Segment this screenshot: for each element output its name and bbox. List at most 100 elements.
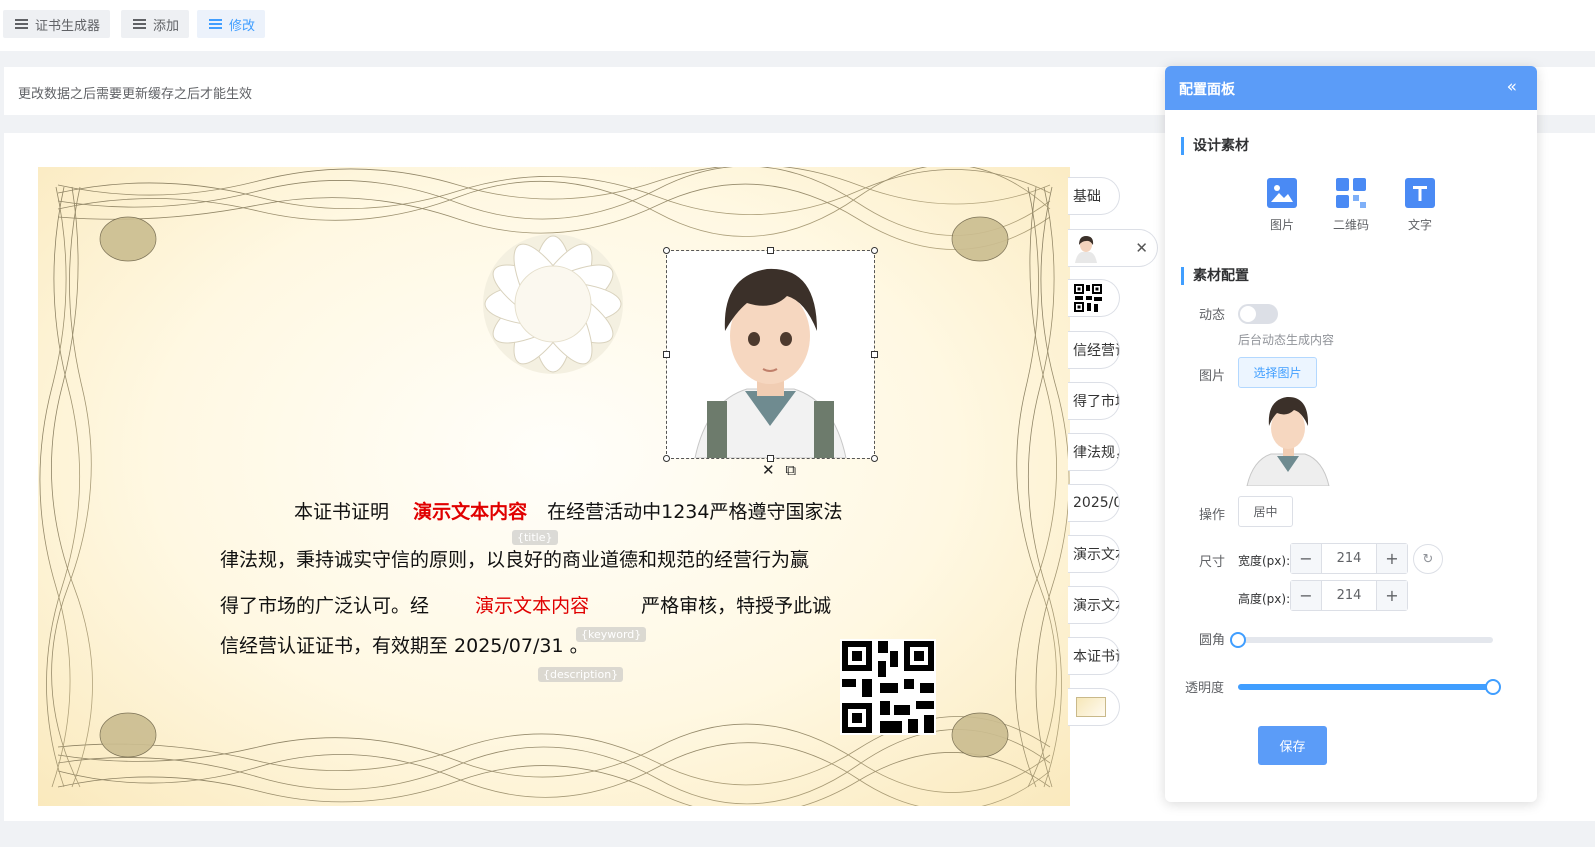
close-icon[interactable]: ✕ bbox=[762, 461, 775, 479]
layer-label: 律法规， bbox=[1073, 445, 1119, 461]
material-label: 图片 bbox=[1269, 218, 1294, 232]
cert-text: 得了市场的广泛认可。经 bbox=[220, 595, 430, 617]
cert-keyword-title: 演示文本内容 bbox=[413, 501, 528, 523]
close-icon[interactable]: ✕ bbox=[1135, 239, 1148, 257]
image-icon bbox=[1267, 178, 1297, 208]
layer-item-text[interactable]: 律法规， bbox=[1068, 433, 1120, 471]
design-section-title: 设计素材 bbox=[1181, 137, 1249, 155]
resize-handle[interactable] bbox=[871, 455, 878, 462]
increase-icon[interactable]: + bbox=[1376, 544, 1407, 573]
resize-handle[interactable] bbox=[767, 247, 774, 254]
copy-icon[interactable]: ⧉ bbox=[785, 461, 796, 479]
resize-handle[interactable] bbox=[663, 351, 670, 358]
menu-icon bbox=[209, 19, 222, 29]
material-label: 二维码 bbox=[1332, 218, 1369, 232]
layer-item-text[interactable]: 演示文本 bbox=[1068, 586, 1120, 624]
slider-handle[interactable] bbox=[1485, 679, 1501, 695]
text-icon bbox=[1405, 178, 1435, 208]
choose-image-button[interactable]: 选择图片 bbox=[1238, 357, 1317, 388]
placeholder-description: {description} bbox=[538, 667, 624, 682]
width-label: 宽度(px): bbox=[1238, 554, 1291, 568]
tab-add[interactable]: 添加 bbox=[121, 10, 190, 38]
layer-item-text[interactable]: 2025/0 bbox=[1068, 484, 1120, 522]
top-tab-bar: 证书生成器 添加 修改 bbox=[0, 0, 1595, 51]
layer-label: 演示文本 bbox=[1073, 547, 1119, 563]
certificate-qrcode bbox=[840, 639, 936, 735]
dynamic-toggle[interactable] bbox=[1238, 304, 1278, 324]
cert-line-4[interactable]: 信经营认证证书，有效期至 2025/07/31 。 bbox=[220, 631, 589, 658]
layer-label: 基础 bbox=[1073, 189, 1101, 205]
photo-toolbar: ✕ ⧉ bbox=[762, 461, 796, 479]
seal-emblem bbox=[483, 234, 623, 374]
height-label: 高度(px): bbox=[1238, 592, 1291, 606]
panel-header: 配置面板 « bbox=[1165, 66, 1537, 110]
avatar-photo bbox=[667, 251, 874, 459]
material-label: 文字 bbox=[1407, 218, 1432, 232]
layer-label: 演示文本 bbox=[1073, 598, 1119, 614]
cert-text: 在经营活动中1234严格遵守国家法 bbox=[547, 501, 843, 523]
tab-label: 证书生成器 bbox=[35, 18, 101, 34]
cert-line-1[interactable]: 本证书证明 演示文本内容 在经营活动中1234严格遵守国家法 bbox=[294, 497, 842, 524]
slider-handle[interactable] bbox=[1230, 632, 1246, 648]
radius-label: 圆角 bbox=[1199, 633, 1226, 648]
cert-line-3[interactable]: 得了市场的广泛认可。经 演示文本内容 严格审核，特授予此诚 bbox=[220, 591, 831, 618]
layer-label: 信经营证 bbox=[1073, 343, 1119, 359]
certificate-canvas[interactable]: 本证书证明 演示文本内容 在经营活动中1234严格遵守国家法 律法规，秉持诚实守… bbox=[38, 167, 1070, 806]
decrease-icon[interactable]: − bbox=[1291, 581, 1322, 610]
layer-item-base[interactable]: 基础 bbox=[1068, 177, 1120, 215]
cert-keyword: 演示文本内容 bbox=[475, 595, 590, 617]
placeholder-title: {title} bbox=[512, 530, 558, 545]
layer-item-text[interactable]: 信经营证 bbox=[1068, 331, 1120, 369]
opacity-slider[interactable] bbox=[1238, 679, 1501, 695]
tab-edit[interactable]: 修改 bbox=[197, 10, 266, 38]
increase-icon[interactable]: + bbox=[1376, 581, 1407, 610]
cert-text: 严格审核，特授予此诚 bbox=[641, 595, 832, 617]
image-label: 图片 bbox=[1199, 369, 1226, 384]
image-preview bbox=[1246, 396, 1330, 486]
refresh-icon[interactable]: ↻ bbox=[1413, 544, 1443, 574]
radius-slider[interactable] bbox=[1230, 632, 1493, 648]
material-text-button[interactable]: 文字 bbox=[1390, 178, 1450, 233]
layer-item-image[interactable]: ✕ bbox=[1068, 229, 1158, 267]
certificate-frame bbox=[39, 167, 1070, 806]
collapse-icon[interactable]: « bbox=[1507, 77, 1517, 97]
layer-item-qrcode[interactable] bbox=[1068, 279, 1120, 317]
layer-thumbnail-avatar bbox=[1075, 236, 1097, 263]
layer-label: 得了市场 bbox=[1073, 394, 1119, 410]
qrcode-icon bbox=[1074, 284, 1102, 312]
opacity-label: 透明度 bbox=[1185, 681, 1225, 696]
dynamic-hint: 后台动态生成内容 bbox=[1238, 333, 1335, 347]
tab-certificate-generator[interactable]: 证书生成器 bbox=[3, 10, 111, 38]
cert-text: 本证书证明 bbox=[294, 501, 390, 523]
panel-title: 配置面板 bbox=[1179, 82, 1235, 98]
resize-handle[interactable] bbox=[871, 247, 878, 254]
operation-label: 操作 bbox=[1199, 508, 1226, 523]
decrease-icon[interactable]: − bbox=[1291, 544, 1322, 573]
center-button[interactable]: 居中 bbox=[1238, 496, 1293, 527]
height-value[interactable]: 214 bbox=[1322, 581, 1376, 610]
menu-icon bbox=[15, 19, 28, 29]
layer-label: 本证书证 bbox=[1073, 649, 1119, 665]
resize-handle[interactable] bbox=[663, 247, 670, 254]
width-stepper[interactable]: − 214 + bbox=[1290, 543, 1408, 574]
resize-handle[interactable] bbox=[663, 455, 670, 462]
layer-item-background[interactable] bbox=[1068, 688, 1120, 726]
material-qrcode-button[interactable]: 二维码 bbox=[1321, 178, 1381, 233]
width-value[interactable]: 214 bbox=[1322, 544, 1376, 573]
tab-label: 添加 bbox=[153, 18, 180, 34]
size-label: 尺寸 bbox=[1199, 555, 1226, 570]
layer-item-text[interactable]: 演示文本 bbox=[1068, 535, 1120, 573]
selected-photo-element[interactable] bbox=[663, 247, 878, 462]
resize-handle[interactable] bbox=[871, 351, 878, 358]
save-button[interactable]: 保存 bbox=[1258, 726, 1327, 765]
material-image-button[interactable]: 图片 bbox=[1252, 178, 1312, 233]
cert-line-2[interactable]: 律法规，秉持诚实守信的原则，以良好的商业道德和规范的经营行为赢 bbox=[220, 545, 809, 572]
config-panel: 配置面板 « 设计素材 图片 二维码 文字 素材配置 动态 后台动态生成内容 图… bbox=[1165, 66, 1537, 802]
layer-item-text[interactable]: 得了市场 bbox=[1068, 382, 1120, 420]
layer-item-text[interactable]: 本证书证 bbox=[1068, 637, 1120, 675]
dynamic-label: 动态 bbox=[1199, 308, 1226, 323]
layer-label: 2025/0 bbox=[1073, 495, 1120, 511]
height-stepper[interactable]: − 214 + bbox=[1290, 580, 1408, 611]
tab-label: 修改 bbox=[229, 18, 256, 34]
slider-fill bbox=[1238, 684, 1493, 690]
